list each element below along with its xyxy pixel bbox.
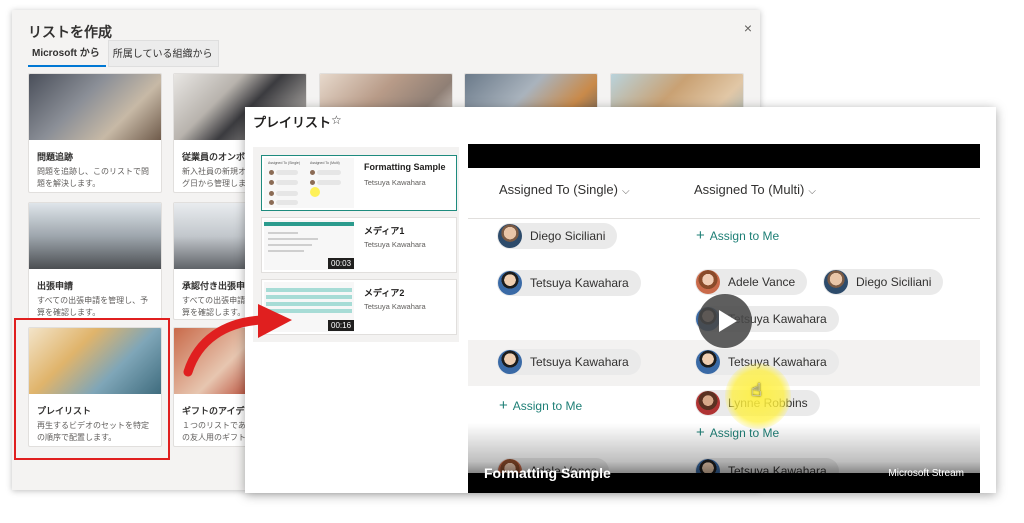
- tab-from-microsoft[interactable]: Microsoft から: [28, 40, 106, 67]
- create-list-title: リストを作成: [28, 24, 112, 40]
- avatar: [824, 270, 848, 294]
- playlist-item-title: Formatting Sample: [364, 162, 446, 172]
- avatar: [696, 350, 720, 374]
- template-card-issue-tracker[interactable]: 問題追跡 問題を追跡し、このリストで問題を解決します。: [28, 73, 162, 193]
- person-pill: Adele Vance: [695, 269, 808, 295]
- playlist-item-duration: 00:03: [328, 258, 355, 269]
- thumb-line: [268, 232, 298, 234]
- thumb-line: [268, 238, 318, 240]
- col-header-label: Assigned To (Multi): [694, 182, 805, 197]
- play-icon: [718, 310, 737, 332]
- video-brand: Microsoft Stream: [888, 468, 964, 479]
- thumb-col-single: Assigned To (Single): [268, 161, 301, 165]
- playlist-item-title: メディア1: [364, 226, 405, 236]
- avatar: [498, 350, 522, 374]
- assign-label: Assign to Me: [709, 229, 780, 243]
- thumb-avatar: [269, 191, 274, 196]
- plus-icon: +: [696, 227, 705, 244]
- playlist-highlight-box: [14, 318, 170, 460]
- thumb-line: [268, 244, 312, 246]
- play-button[interactable]: [698, 294, 752, 348]
- chevron-down-icon: ⌵: [622, 186, 630, 197]
- thumb-line: [268, 250, 304, 252]
- thumb-avatar: [310, 180, 315, 185]
- col-header-label: Assigned To (Single): [499, 182, 618, 197]
- person-name: Tetsuya Kawahara: [530, 355, 629, 369]
- video-top-bar: [468, 144, 980, 168]
- col-header-assigned-single: Assigned To (Single) ⌵: [499, 182, 630, 197]
- thumb-cursor-glow: [310, 187, 320, 197]
- header-divider: [468, 218, 980, 219]
- tab-from-organization[interactable]: 所属している組織から: [107, 40, 220, 67]
- person-pill: Diego Siciliani: [823, 269, 944, 295]
- playlist-item-formatting-sample[interactable]: Assigned To (Single) Assigned To (Multi): [261, 155, 457, 211]
- red-arrow-icon: [183, 304, 292, 377]
- col-header-assigned-multi: Assigned To (Multi) ⌵: [694, 182, 816, 197]
- template-card-travel-requests[interactable]: 出張申請 すべての出張申請を管理し、予算を確認します。: [28, 202, 162, 320]
- avatar: [498, 271, 522, 295]
- playlist-panel: プレイリスト ☆ Assigned To (Single) Assigned T…: [245, 107, 996, 493]
- assign-to-me-link: + Assign to Me: [696, 227, 779, 244]
- template-image: [29, 203, 161, 269]
- thumb-pill: [276, 191, 298, 196]
- playlist-thumbnail: Assigned To (Single) Assigned To (Multi): [264, 158, 354, 208]
- avatar: [696, 270, 720, 294]
- template-description: 問題を追跡し、このリストで問題を解決します。: [37, 167, 149, 188]
- video-player[interactable]: Assigned To (Single) ⌵ Assigned To (Multi…: [468, 144, 980, 493]
- thumb-pill: [276, 170, 298, 175]
- playlist-item-media1[interactable]: 00:03 メディア1 Tetsuya Kawahara: [261, 217, 457, 273]
- template-name: 問題追跡: [37, 152, 74, 162]
- screenshot-stage: リストを作成 × Microsoft から 所属している組織から 問題追跡 問題…: [0, 0, 1024, 523]
- video-title: Formatting Sample: [484, 465, 611, 481]
- person-name: Adele Vance: [728, 275, 796, 289]
- thumb-avatar: [269, 180, 274, 185]
- close-icon[interactable]: ×: [744, 20, 752, 36]
- chevron-down-icon: ⌵: [808, 186, 816, 197]
- template-name: 出張申請: [37, 281, 74, 291]
- plus-icon: +: [499, 397, 508, 414]
- playlist-item-duration: 00:16: [328, 320, 355, 331]
- thumb-pill: [276, 200, 298, 205]
- avatar: [498, 224, 522, 248]
- assign-label: Assign to Me: [512, 399, 583, 413]
- source-tabs: Microsoft から 所属している組織から: [28, 40, 221, 67]
- template-description: すべての出張申請を管理し、予算を確認します。: [37, 296, 149, 317]
- playlist-item-author: Tetsuya Kawahara: [364, 178, 426, 187]
- favorite-star-icon[interactable]: ☆: [331, 113, 342, 127]
- person-pill: Tetsuya Kawahara: [497, 270, 641, 296]
- thumb-pill: [317, 170, 341, 175]
- thumb-col-multi: Assigned To (Multi): [310, 161, 340, 165]
- playlist-item-author: Tetsuya Kawahara: [364, 302, 426, 311]
- thumb-avatar: [269, 170, 274, 175]
- person-pill: Diego Siciliani: [497, 223, 618, 249]
- thumb-avatar: [269, 200, 274, 205]
- person-name: Diego Siciliani: [856, 275, 932, 289]
- assign-to-me-link: + Assign to Me: [499, 397, 582, 414]
- playlist-item-author: Tetsuya Kawahara: [364, 240, 426, 249]
- thumb-header-bar: [264, 222, 354, 226]
- avatar: [696, 391, 720, 415]
- hand-cursor-icon: ☝: [751, 380, 762, 400]
- thumb-avatar: [310, 170, 315, 175]
- template-image: [29, 74, 161, 140]
- person-pill: Tetsuya Kawahara: [497, 349, 641, 375]
- thumb-pill: [317, 180, 341, 185]
- person-name: Diego Siciliani: [530, 229, 606, 243]
- person-name: Tetsuya Kawahara: [530, 276, 629, 290]
- playlist-title: プレイリスト: [253, 115, 332, 130]
- playlist-item-title: メディア2: [364, 288, 405, 298]
- thumb-pill: [276, 180, 298, 185]
